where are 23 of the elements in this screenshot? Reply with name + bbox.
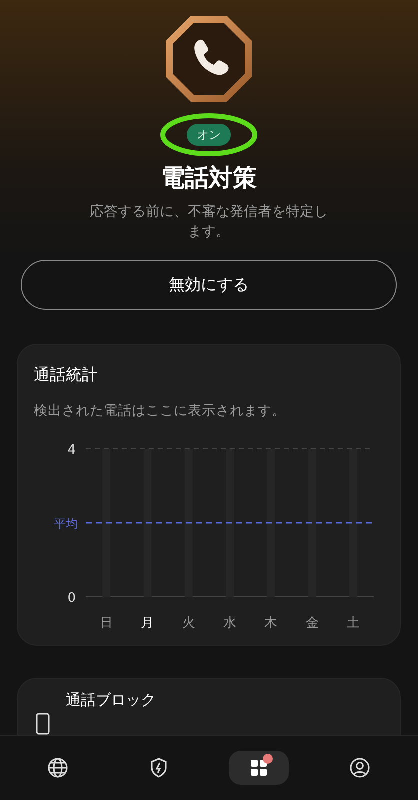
day-label: 木 — [264, 616, 278, 632]
day-label: 日 — [100, 616, 114, 632]
card-subtitle: 検出された電話はここに表示されます。 — [34, 402, 287, 421]
feature-title: 通話ブロック — [66, 690, 156, 712]
description-text: 応答する前に、不審な発信者を特定します。 — [89, 203, 329, 242]
disable-button[interactable]: 無効にする — [21, 260, 397, 310]
phone-icon — [36, 713, 50, 735]
card-title: 通話統計 — [34, 364, 99, 386]
globe-icon — [46, 756, 70, 780]
feature-row[interactable]: 通話ブロック — [17, 678, 401, 735]
nav-tab[interactable] — [229, 751, 290, 785]
day-label: 金 — [306, 616, 319, 632]
day-label: 土 — [346, 616, 360, 632]
page-title: 電話対策 — [161, 163, 257, 194]
axis-label: 4 — [68, 443, 76, 458]
status-badge: オン — [187, 124, 231, 146]
day-label: 水 — [224, 616, 236, 632]
axis-label: 0 — [68, 591, 76, 606]
profile-icon — [348, 756, 372, 780]
average-label: 平均 — [54, 517, 78, 532]
day-label: 火 — [182, 616, 196, 632]
day-label: 月 — [141, 616, 154, 632]
phone-octagon-icon — [164, 14, 254, 104]
